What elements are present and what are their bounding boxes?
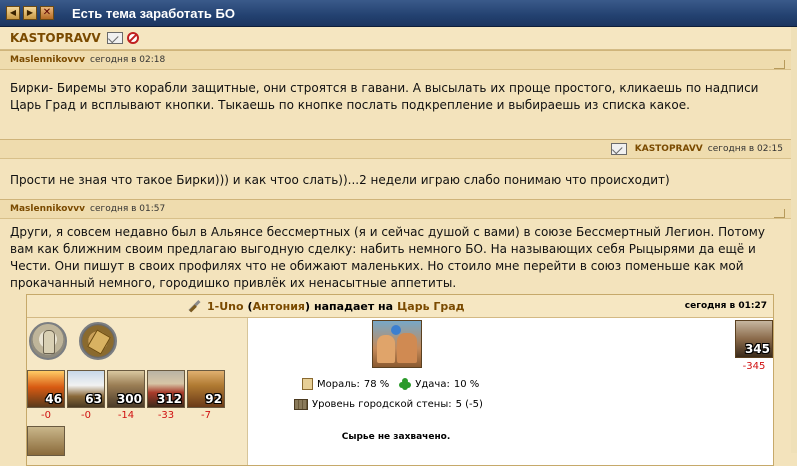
morale-icon	[302, 378, 313, 390]
report-time: сегодня в 01:27	[684, 301, 767, 311]
close-icon: ✕	[42, 7, 52, 18]
wall-value: 5 (-5)	[455, 399, 483, 410]
wall-row: Уровень городской стены: 5 (-5)	[294, 399, 483, 410]
unit-loss: -14	[117, 410, 135, 421]
unit-count: 345	[744, 342, 770, 356]
close-button[interactable]: ✕	[40, 6, 54, 20]
unit-slot: 312 -33	[147, 370, 187, 421]
post-time: сегодня в 02:15	[707, 144, 783, 154]
unit-slot: 46 -0	[27, 370, 67, 421]
attacker-player-link[interactable]: Антония	[253, 300, 305, 313]
window-titlebar: ◀ ▶ ✕ Есть тема заработать БО	[0, 0, 797, 27]
prev-button[interactable]: ◀	[6, 6, 20, 20]
thread-author-name[interactable]: KASTOPRAVV	[10, 31, 101, 45]
swordsman-icon[interactable]: 300	[107, 370, 145, 408]
morale-luck-row: Мораль: 78 % Удача: 10 %	[302, 378, 479, 390]
post-time: сегодня в 01:57	[90, 204, 166, 214]
post-author[interactable]: Maslennikovvv	[10, 55, 85, 65]
wall-icon	[294, 399, 308, 410]
unit-count: 63	[85, 392, 102, 406]
thread-author-bar: KASTOPRAVV	[0, 27, 797, 50]
unit-slot: 300 -14	[107, 370, 147, 421]
target-city-link[interactable]: Царь Град	[397, 300, 464, 313]
hero-priest-icon[interactable]	[29, 322, 67, 360]
defender-unit-icon[interactable]: 345	[735, 320, 773, 358]
unit-loss: -0	[81, 410, 91, 421]
luck-value: 10 %	[453, 378, 480, 390]
battle-illustration-icon	[372, 320, 422, 368]
mail-icon[interactable]	[610, 143, 627, 155]
unit-count: 300	[116, 392, 142, 406]
next-button[interactable]: ▶	[23, 6, 37, 20]
hoplite-icon[interactable]: 312	[147, 370, 185, 408]
luck-label: Удача:	[415, 378, 450, 390]
post-header: KASTOPRAVV сегодня в 02:15	[0, 139, 797, 159]
report-title: 1-Uno ( Антония ) нападает на Царь Град	[187, 299, 465, 313]
unit-slot: 63 -0	[67, 370, 107, 421]
mail-icon[interactable]	[106, 32, 123, 44]
post-time: сегодня в 02:18	[90, 55, 166, 65]
post-header: Maslennikovvv сегодня в 01:57	[0, 199, 797, 219]
report-header: 1-Uno ( Антония ) нападает на Царь Град …	[27, 295, 773, 318]
window-title: Есть тема заработать БО	[72, 5, 235, 21]
post-body: Бирки- Биремы это корабли защитные, они …	[10, 81, 759, 112]
post-corner	[774, 60, 785, 69]
block-icon[interactable]	[126, 32, 139, 44]
post-author[interactable]: KASTOPRAVV	[635, 144, 703, 154]
hero-hammer-icon[interactable]	[79, 322, 117, 360]
wall-label: Уровень городской стены:	[312, 399, 452, 410]
unit-count: 46	[45, 392, 62, 406]
next-icon: ▶	[26, 8, 34, 17]
post-body: Други, я совсем недавно был в Альянсе бе…	[10, 225, 765, 290]
morale-label: Мораль:	[317, 378, 360, 390]
defender-panel: 345 -345	[544, 318, 773, 465]
post-body: Прости не зная что такое Бирки))) и как …	[10, 173, 670, 187]
post-author[interactable]: Maslennikovvv	[10, 204, 85, 214]
horseman-icon[interactable]: 92	[187, 370, 225, 408]
unit-loss: -7	[201, 410, 211, 421]
battle-report: 1-Uno ( Антония ) нападает на Царь Град …	[26, 294, 774, 466]
unit-count: 312	[156, 392, 182, 406]
attacker-panel: 46 -0 63 -0 300 -14 312 -33 92 -7	[27, 318, 247, 465]
captured-resources-text: Сырье не захвачено.	[341, 432, 451, 442]
battle-summary-panel: Мораль: 78 % Удача: 10 % Уровень городск…	[247, 318, 545, 465]
post-corner	[774, 209, 785, 218]
scrollbar[interactable]	[791, 27, 797, 453]
fire-ship-icon[interactable]: 46	[27, 370, 65, 408]
attacker-units: 46 -0 63 -0 300 -14 312 -33 92 -7	[27, 370, 227, 421]
unit-loss: -33	[157, 410, 175, 421]
transport-ship-icon[interactable]: 63	[67, 370, 105, 408]
prev-icon: ◀	[9, 8, 17, 17]
post-header: Maslennikovvv сегодня в 02:18	[0, 50, 797, 70]
paren-close: )	[305, 299, 311, 313]
sword-icon	[187, 299, 201, 313]
unit-count: 92	[205, 392, 222, 406]
unit-slot: 92 -7	[187, 370, 227, 421]
luck-clover-icon	[399, 378, 412, 390]
report-action: нападает на	[314, 299, 394, 313]
attacker-city-link[interactable]: 1-Uno	[207, 300, 244, 313]
morale-value: 78 %	[363, 378, 390, 390]
unit-loss: -345	[742, 361, 766, 372]
catapult-icon[interactable]	[27, 426, 65, 456]
unit-loss: -0	[41, 410, 51, 421]
